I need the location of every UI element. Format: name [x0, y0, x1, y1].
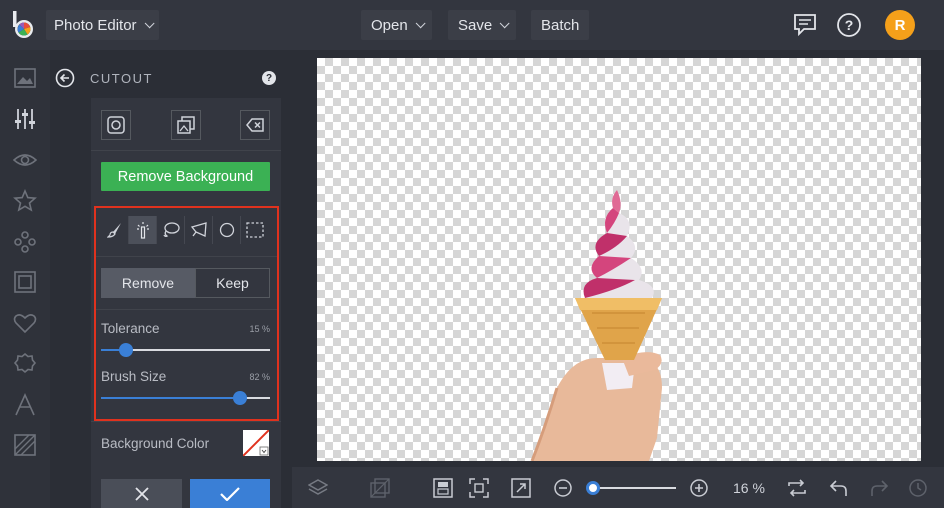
divider [96, 256, 277, 257]
divider [91, 421, 281, 422]
avatar-initial: R [894, 16, 906, 34]
app-menu-button[interactable]: Photo Editor [46, 10, 159, 40]
batch-label: Batch [541, 16, 580, 34]
tolerance-slider[interactable] [101, 343, 270, 357]
zoom-level: 16 % [733, 480, 765, 496]
lasso-tool[interactable] [157, 216, 185, 244]
background-color-label: Background Color [101, 436, 210, 451]
save-menu-button[interactable]: Save [448, 10, 517, 40]
brush-size-thumb[interactable] [232, 391, 247, 405]
frame-icon[interactable] [13, 270, 37, 294]
badge-icon[interactable] [13, 352, 37, 376]
magic-wand-tool[interactable] [129, 216, 157, 244]
subject-select-button[interactable] [101, 110, 131, 140]
chevron-down-icon [415, 17, 426, 28]
polygon-lasso-tool[interactable] [185, 216, 213, 244]
history-icon[interactable] [908, 478, 928, 498]
layers-image-icon [177, 116, 195, 134]
brush-icon [106, 223, 121, 238]
apply-button[interactable] [190, 479, 270, 508]
image-icon[interactable] [13, 66, 37, 90]
rect-select-tool[interactable] [241, 216, 269, 244]
polygon-lasso-icon [190, 222, 207, 237]
ice-cream-cutout-image [530, 190, 662, 461]
zoom-in-icon[interactable] [689, 478, 709, 498]
rect-select-icon [246, 222, 264, 238]
image-canvas[interactable] [317, 58, 921, 461]
svg-text:?: ? [845, 17, 854, 33]
backspace-icon [246, 118, 264, 132]
app-menu-label: Photo Editor [54, 16, 137, 34]
batch-button[interactable]: Batch [531, 10, 590, 40]
actual-size-icon[interactable] [469, 478, 489, 498]
background-color-swatch[interactable] [243, 430, 269, 456]
save-label: Save [458, 16, 493, 34]
open-label: Open [371, 16, 408, 34]
eye-icon[interactable] [13, 148, 37, 172]
panel-help-button[interactable]: ? [262, 71, 276, 85]
flip-icon[interactable] [787, 478, 807, 498]
help-icon[interactable]: ? [836, 12, 862, 38]
back-arrow-icon[interactable] [55, 68, 75, 88]
zoom-slider[interactable] [586, 481, 676, 495]
text-icon[interactable] [13, 393, 37, 417]
shapes-icon[interactable] [13, 230, 37, 254]
magic-wand-icon [136, 222, 149, 239]
erase-button[interactable] [240, 110, 270, 140]
no-color-icon [243, 430, 269, 456]
undo-icon[interactable] [829, 478, 849, 498]
heart-icon[interactable] [13, 311, 37, 335]
compare-icon[interactable] [370, 478, 390, 498]
chevron-down-icon [144, 17, 155, 28]
keep-toggle[interactable]: Keep [195, 268, 270, 298]
feedback-icon[interactable] [792, 12, 818, 38]
brush-size-label: Brush Size [101, 369, 167, 384]
remove-background-button[interactable]: Remove Background [101, 162, 270, 191]
divider [96, 309, 277, 310]
befunky-logo-icon[interactable] [10, 10, 38, 40]
brush-tool[interactable] [101, 216, 129, 244]
fit-screen-icon[interactable] [433, 478, 453, 498]
check-icon [220, 486, 240, 501]
remove-toggle[interactable]: Remove [101, 268, 195, 298]
brush-size-fill [101, 397, 240, 399]
sliders-icon[interactable] [13, 107, 37, 131]
tolerance-value: 15 % [249, 324, 270, 334]
texture-icon[interactable] [13, 433, 37, 457]
chevron-down-icon [499, 17, 510, 28]
background-replace-button[interactable] [171, 110, 201, 140]
ellipse-select-icon [219, 222, 234, 238]
open-menu-button[interactable]: Open [361, 10, 432, 40]
subject-icon [107, 116, 125, 134]
tolerance-label: Tolerance [101, 321, 160, 336]
expand-icon[interactable] [511, 478, 531, 498]
star-icon[interactable] [13, 189, 37, 213]
brush-size-slider[interactable] [101, 391, 270, 405]
zoom-thumb[interactable] [586, 481, 600, 495]
zoom-out-icon[interactable] [553, 478, 573, 498]
cancel-button[interactable] [101, 479, 182, 508]
brush-size-value: 82 % [249, 372, 270, 382]
panel-title: CUTOUT [90, 71, 153, 86]
lasso-icon [162, 222, 180, 237]
user-avatar[interactable]: R [885, 10, 915, 40]
divider [91, 150, 281, 151]
close-icon [134, 486, 149, 501]
layers-icon[interactable] [308, 478, 328, 498]
ellipse-select-tool[interactable] [213, 216, 241, 244]
redo-icon[interactable] [869, 478, 889, 498]
